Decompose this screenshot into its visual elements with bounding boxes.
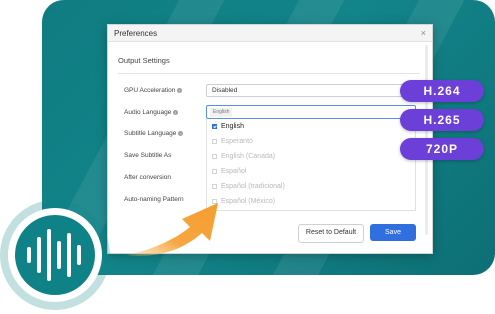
dropdown-option[interactable]: English — [207, 119, 415, 134]
dropdown-option[interactable]: Esperanto — [207, 134, 415, 149]
wave-bar — [27, 247, 31, 263]
selected-language-chip[interactable]: English — [210, 108, 233, 117]
dialog-title: Preferences — [114, 28, 158, 38]
info-icon[interactable]: i — [177, 87, 183, 93]
wave-bar — [37, 237, 41, 273]
dropdown-option[interactable]: Español (tradicional) — [207, 179, 415, 194]
reset-to-default-button[interactable]: Reset to Default — [298, 224, 364, 243]
checkbox-icon[interactable] — [212, 124, 217, 129]
option-label: English (Canada) — [221, 153, 276, 160]
language-dropdown: English Esperanto English (Canada) Españ… — [206, 119, 416, 211]
checkbox-icon[interactable] — [212, 169, 217, 174]
audio-language-input[interactable]: English — [206, 105, 416, 119]
close-icon[interactable]: × — [421, 28, 426, 38]
audio-language-label: Audio Language i — [124, 109, 179, 116]
after-conversion-label: After conversion — [124, 174, 171, 181]
wave-bar — [67, 233, 71, 277]
wave-bar — [47, 229, 51, 281]
wave-bar — [57, 241, 61, 269]
save-subtitle-label: Save Subtitle As — [124, 152, 172, 159]
subtitle-language-label: Subtitle Language i — [124, 130, 184, 137]
option-label: Español — [221, 168, 247, 175]
option-label: Español (México) — [221, 198, 276, 205]
badge-h265: H.265 — [400, 109, 484, 131]
section-title: Output Settings — [118, 56, 170, 65]
dropdown-option[interactable]: Español — [207, 164, 415, 179]
checkbox-icon[interactable] — [212, 139, 217, 144]
checkbox-icon[interactable] — [212, 154, 217, 159]
option-label: Español (tradicional) — [221, 183, 285, 190]
wave-bar — [77, 245, 81, 265]
arrow-icon — [126, 203, 218, 256]
subtitle-language-text: Subtitle Language — [124, 130, 177, 137]
option-label: English — [221, 123, 244, 130]
dialog-titlebar: Preferences × — [108, 25, 432, 42]
info-icon[interactable]: i — [178, 130, 184, 136]
gpu-acceleration-text: GPU Acceleration — [124, 87, 176, 94]
dropdown-option[interactable]: English (Canada) — [207, 149, 415, 164]
gpu-acceleration-label: GPU Acceleration i — [124, 87, 183, 94]
info-icon[interactable]: i — [173, 109, 179, 115]
badge-h264: H.264 — [400, 80, 484, 102]
divider — [118, 73, 420, 74]
dropdown-option[interactable]: Español (México) — [207, 194, 415, 209]
audio-wave-icon — [15, 215, 95, 295]
gpu-acceleration-select[interactable]: Disabled — [206, 84, 416, 97]
option-label: Esperanto — [221, 138, 253, 145]
save-button[interactable]: Save — [370, 224, 416, 241]
audio-language-text: Audio Language — [124, 109, 172, 116]
badge-720p: 720P — [400, 138, 484, 160]
